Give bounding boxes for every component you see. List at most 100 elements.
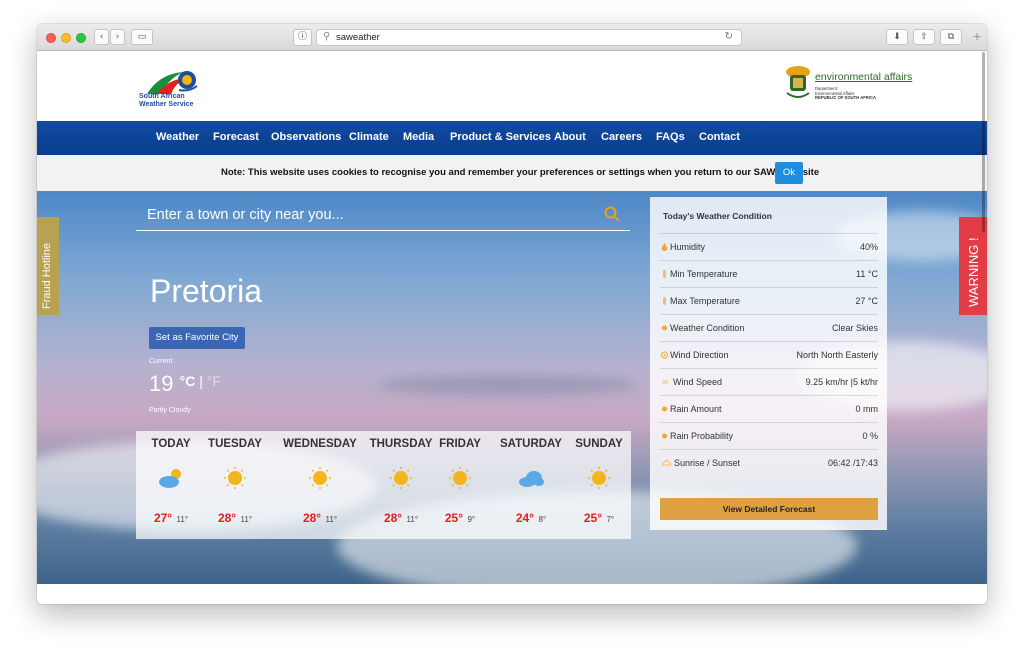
tabs-button[interactable]: ⧉ (940, 29, 962, 45)
condition-value: North North Easterly (796, 350, 878, 360)
cloud-icon (519, 471, 544, 487)
sidebar-button[interactable]: ▭ (131, 29, 153, 45)
condition-row-sunrise-sunset: Sunrise / Sunset 06:42 /17:43 (660, 449, 878, 476)
partly-cloudy-icon (159, 469, 181, 488)
forecast-day[interactable]: TUESDAY 28° 11° (200, 431, 270, 539)
back-icon: ‹ (99, 32, 104, 42)
forecast-day[interactable]: SATURDAY 24° 8° (491, 431, 571, 539)
nav-observations[interactable]: Observations (271, 131, 341, 143)
fraud-hotline-label: Fraud Hotline (41, 242, 53, 309)
saws-name: South African Weather Service (139, 93, 193, 109)
forecast-day[interactable]: WEDNESDAY 28° 11° (277, 431, 363, 539)
nav-careers[interactable]: Careers (601, 131, 642, 143)
nav-media[interactable]: Media (403, 131, 434, 143)
fraud-hotline-tab[interactable]: Fraud Hotline (37, 217, 59, 315)
forecast-high: 25° (444, 511, 464, 525)
forecast-high: 28° (217, 511, 237, 525)
nav-about[interactable]: About (554, 131, 586, 143)
forecast-high: 27° (153, 511, 173, 525)
address-bar[interactable]: ⓘ ⚲ saweather ↻ (293, 29, 742, 46)
condition-label: Max Temperature (670, 296, 740, 306)
forecast-low: 11° (176, 515, 189, 524)
tabs-icon: ⧉ (947, 32, 955, 42)
thermometer-icon (663, 270, 666, 278)
wind-direction-icon (661, 351, 668, 359)
nav-climate[interactable]: Climate (349, 131, 389, 143)
condition-row-rain-amount: Rain Amount 0 mm (660, 395, 878, 422)
main-nav: Weather Forecast Observations Climate Me… (37, 121, 987, 155)
cookie-text: Note: This website uses cookies to recog… (221, 167, 820, 178)
nav-forecast[interactable]: Forecast (213, 131, 259, 143)
forecast-high: 25° (583, 511, 603, 525)
condition-label: Rain Amount (670, 404, 722, 414)
forecast-low: 7° (606, 515, 615, 524)
condition-value: Clear Skies (831, 323, 878, 333)
forecast-day-name: SUNDAY (575, 438, 623, 450)
downloads-button[interactable]: ⬇ (886, 29, 908, 45)
condition-value: 0 mm (855, 404, 879, 414)
env-subtitle: Department: Environmental Affairs REPUBL… (815, 86, 876, 101)
share-button[interactable]: ⇧ (913, 29, 935, 45)
browser-window: ‹ › ▭ ⓘ ⚲ saweather ↻ ⬇ ⇧ ⧉ + South Afri… (37, 24, 987, 604)
view-detailed-forecast-button[interactable]: View Detailed Forecast (660, 498, 878, 520)
sun-icon (449, 467, 471, 489)
page-scrollbar[interactable] (982, 52, 985, 232)
forecast-day[interactable]: TODAY 27° 11° (136, 431, 206, 539)
condition-panel-title: Today's Weather Condition (663, 211, 772, 221)
search-icon[interactable] (604, 206, 620, 222)
forecast-low: 11° (406, 515, 419, 524)
current-temperature: 19 °C | °F (149, 371, 221, 397)
celsius-toggle[interactable]: °C (180, 373, 196, 389)
cookie-ok-button[interactable]: Ok (775, 162, 803, 184)
forecast-day-name: SATURDAY (500, 438, 562, 450)
forecast-high: 24° (515, 511, 535, 525)
share-icon: ⇧ (920, 32, 928, 42)
cookie-banner: Note: This website uses cookies to recog… (37, 155, 987, 191)
city-search-placeholder[interactable]: Enter a town or city near you... (147, 207, 344, 223)
condition-value: 40% (859, 242, 878, 252)
back-button[interactable]: ‹ (94, 29, 109, 45)
forward-icon: › (115, 32, 120, 42)
set-favorite-button[interactable]: Set as Favorite City (149, 327, 245, 349)
condition-value: 0 % (862, 431, 878, 441)
info-icon[interactable]: ⓘ (293, 29, 312, 46)
condition-label: Weather Condition (670, 323, 745, 333)
condition-icon (662, 325, 667, 331)
page-below-hero (37, 584, 987, 604)
nav-weather[interactable]: Weather (156, 131, 199, 143)
close-window-button[interactable] (46, 33, 56, 43)
wind-speed-icon (662, 380, 669, 384)
minimize-window-button[interactable] (61, 33, 71, 43)
rain-icon (662, 406, 667, 412)
url-text[interactable]: saweather (336, 32, 380, 43)
nav-contact[interactable]: Contact (699, 131, 740, 143)
sun-icon (309, 467, 331, 489)
maximize-window-button[interactable] (76, 33, 86, 43)
reload-icon[interactable]: ↻ (725, 31, 733, 42)
download-icon: ⬇ (893, 32, 901, 42)
forecast-high: 28° (383, 511, 403, 525)
sun-icon (224, 467, 246, 489)
forecast-day[interactable]: SUNDAY 25° 7° (564, 431, 634, 539)
warning-label: WARNING ! (966, 237, 981, 307)
condition-row-rain-probability: Rain Probability 0 % (660, 422, 878, 449)
forward-button[interactable]: › (110, 29, 125, 45)
condition-label: Wind Speed (673, 377, 723, 387)
fahrenheit-toggle[interactable]: °F (207, 373, 221, 389)
sun-icon (588, 467, 610, 489)
condition-row-humidity: Humidity 40% (660, 233, 878, 260)
new-tab-button[interactable]: + (967, 28, 987, 44)
saws-name-line1: South African (139, 93, 185, 100)
forecast-high: 28° (302, 511, 322, 525)
forecast-day[interactable]: FRIDAY 25° 9° (425, 431, 495, 539)
nav-products-services[interactable]: Product & Services (450, 131, 551, 143)
condition-label: Wind Direction (670, 350, 729, 360)
background-cloud (377, 376, 637, 394)
forecast-day-name: WEDNESDAY (283, 438, 357, 450)
current-temp-value: 19 (149, 371, 174, 396)
condition-label: Humidity (670, 242, 706, 252)
env-title[interactable]: environmental affairs (815, 71, 912, 83)
nav-faqs[interactable]: FAQs (656, 131, 685, 143)
forecast-day-name: TODAY (151, 438, 191, 450)
condition-row-min-temp: Min Temperature 11 °C (660, 260, 878, 287)
